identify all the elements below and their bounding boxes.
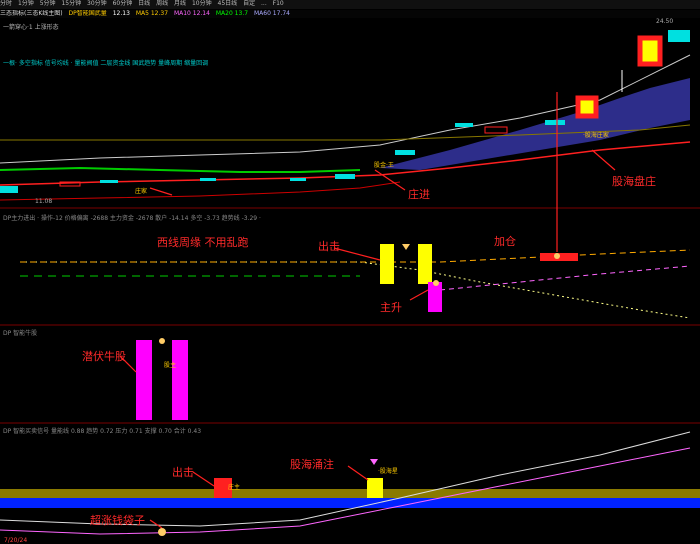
sub1-dashed-orange <box>20 249 691 263</box>
sub1-title: DP主力进出 · 操作-12 价格偏离 -2688 主力资金 -2678 散户 … <box>3 215 261 222</box>
annotation-jiacang: 加仓 <box>494 235 516 248</box>
arrow-zhusheng <box>409 289 429 301</box>
sub1-yellow-bar <box>380 244 394 284</box>
money-bag-icon <box>433 280 439 286</box>
money-bag-icon <box>554 253 560 259</box>
candle <box>668 30 690 42</box>
bar-label: 庄家 <box>135 188 148 195</box>
sub2-magenta-bar <box>136 340 152 420</box>
sub1-yellow-bar <box>418 244 432 284</box>
peak-marker-icon <box>402 244 410 250</box>
peak-marker-icon <box>370 459 378 465</box>
price-low: 11.08 <box>35 198 53 205</box>
sub3-olive-band <box>0 489 700 498</box>
candle <box>637 35 663 67</box>
annotation-zhusheng: 主升 <box>380 301 402 314</box>
candle <box>335 174 355 179</box>
label-gujin: 股金·王 <box>374 162 394 169</box>
arrow-guhai-zhu <box>347 465 369 481</box>
annotation-chuji1: 出击 <box>318 240 340 253</box>
candle <box>395 150 415 155</box>
arrow-chuji2 <box>192 471 215 487</box>
money-bag-icon <box>159 338 165 344</box>
candle <box>100 180 118 183</box>
label-ready: 庄主 <box>228 484 241 491</box>
sub1-dashed-magenta <box>439 265 691 291</box>
label-zhu: 股主 <box>164 362 177 369</box>
candle <box>200 178 216 181</box>
sub1-magenta-bar <box>428 282 442 312</box>
candle <box>545 120 565 125</box>
sub2-magenta-bar <box>172 340 188 420</box>
annotation-guhai-pan: 股海盘庄 <box>612 175 656 188</box>
sub1-dotted-white <box>20 261 691 319</box>
annotation-qianfu: 潜伏牛股 <box>82 350 126 363</box>
annotation-guhai-zhu: 股海涌注 <box>290 458 334 471</box>
money-bag-icon <box>158 528 166 536</box>
arrow-chuji1 <box>333 247 381 261</box>
annotation-chaodie: 超涨钱袋子 <box>90 514 145 527</box>
candle <box>484 126 508 134</box>
candle <box>455 123 473 127</box>
footer-date: 7/20/24 <box>4 537 28 544</box>
sub2-title: DP 智能牛股 <box>3 330 38 337</box>
arrow-chaodie <box>149 519 163 529</box>
sub3-title: DP 智能买卖信号 量能线 0.88 趋势 0.72 压力 0.71 支撑 0.… <box>3 428 202 435</box>
candle <box>0 186 18 193</box>
arrow-guhai <box>591 149 616 171</box>
ma-line-green <box>0 166 361 173</box>
arrow-zhuangjin2 <box>149 187 173 196</box>
band-label: ·股海庄家 <box>583 132 609 139</box>
annotation-chuji2: 出击 <box>172 466 194 479</box>
annotation-xixian: 西线周缘 不用乱跑 <box>157 236 249 249</box>
label-gu-star: ·股海星 <box>378 468 398 475</box>
candle <box>575 95 599 119</box>
annotation-zhuangjin: 庄进 <box>408 188 430 201</box>
sub3-blue-band <box>0 498 700 508</box>
sub3-yellow-block <box>367 478 383 498</box>
ma-band <box>380 78 690 170</box>
chart-canvas <box>0 30 700 536</box>
candle <box>290 178 306 181</box>
